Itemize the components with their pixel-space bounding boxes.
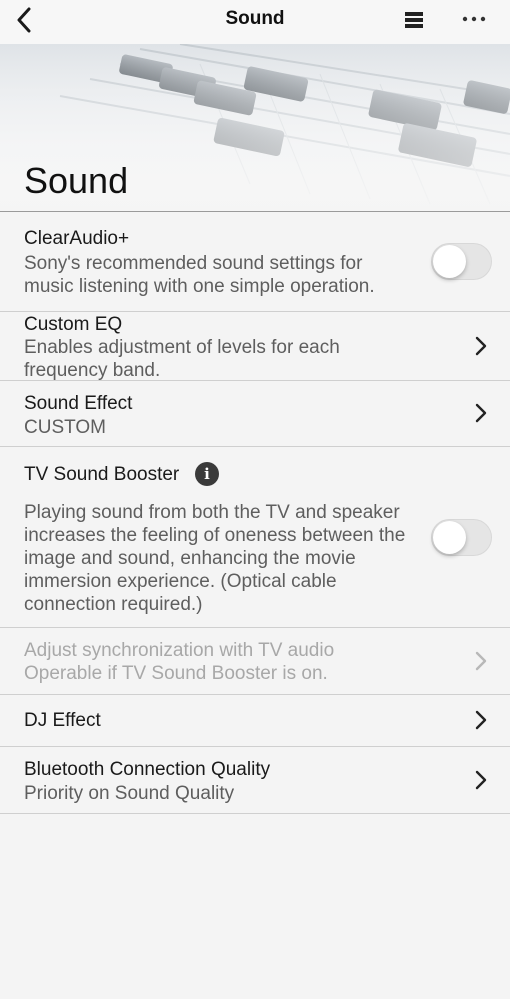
tv-booster-desc-line: immersion experience. (Optical cable — [24, 571, 337, 592]
clearaudio-row: ClearAudio+ Sony's recommended sound set… — [0, 212, 510, 312]
bluetooth-quality-value: Priority on Sound Quality — [24, 783, 235, 804]
toggle-knob — [433, 245, 466, 278]
toggle-knob — [433, 521, 466, 554]
tv-booster-desc-line: image and sound, enhancing the movie — [24, 548, 356, 569]
sync-adjust-row[interactable]: Adjust synchronization with TV audio Ope… — [0, 628, 510, 695]
sound-effect-row[interactable]: Sound Effect CUSTOM — [0, 381, 510, 447]
dj-effect-title: DJ Effect — [24, 710, 101, 731]
clearaudio-description: Sony's recommended sound settings for mu… — [24, 252, 375, 298]
clearaudio-title: ClearAudio+ — [24, 228, 130, 249]
tv-booster-desc-line: Playing sound from both the TV and speak… — [24, 502, 400, 523]
tv-sound-booster-description: Playing sound from both the TV and speak… — [24, 501, 405, 616]
tv-sound-booster-row: TV Sound Booster i Playing sound from bo… — [0, 447, 510, 628]
tv-booster-desc-line: increases the feeling of oneness between… — [24, 525, 406, 546]
custom-eq-desc-line: Enables adjustment of levels for each — [24, 337, 340, 358]
tv-booster-desc-line: connection required.) — [24, 594, 203, 615]
custom-eq-desc-line: frequency band. — [24, 360, 161, 381]
list-button[interactable] — [401, 9, 427, 31]
clearaudio-desc-line: music listening with one simple operatio… — [24, 276, 375, 297]
sync-desc-line: Operable if TV Sound Booster is on. — [24, 663, 328, 684]
dj-effect-row[interactable]: DJ Effect — [0, 695, 510, 747]
bluetooth-quality-title: Bluetooth Connection Quality — [24, 759, 271, 780]
clearaudio-desc-line: Sony's recommended sound settings for — [24, 253, 363, 274]
top-nav-bar: Sound — [0, 0, 510, 44]
sync-desc-line: Adjust synchronization with TV audio — [24, 640, 335, 661]
more-button[interactable] — [458, 8, 490, 30]
more-horizontal-icon — [462, 16, 486, 22]
custom-eq-description: Enables adjustment of levels for each fr… — [24, 336, 340, 382]
page-title: Sound — [225, 8, 285, 29]
header-banner: Sound — [0, 44, 510, 212]
custom-eq-row[interactable]: Custom EQ Enables adjustment of levels f… — [0, 312, 510, 381]
tv-sound-booster-title: TV Sound Booster — [24, 464, 180, 485]
clearaudio-toggle[interactable] — [431, 243, 492, 280]
sound-effect-title: Sound Effect — [24, 393, 133, 414]
sound-effect-value: CUSTOM — [24, 417, 106, 438]
info-icon[interactable]: i — [195, 462, 219, 486]
custom-eq-title: Custom EQ — [24, 314, 123, 335]
chevron-right-icon — [472, 403, 490, 423]
sync-adjust-description: Adjust synchronization with TV audio Ope… — [24, 639, 334, 685]
bluetooth-quality-row[interactable]: Bluetooth Connection Quality Priority on… — [0, 747, 510, 814]
chevron-right-icon — [472, 710, 490, 730]
tv-sound-booster-toggle[interactable] — [431, 519, 492, 556]
list-icon — [405, 12, 423, 28]
chevron-right-icon — [472, 651, 490, 671]
chevron-right-icon — [472, 770, 490, 790]
chevron-right-icon — [472, 336, 490, 356]
section-heading: Sound — [24, 160, 129, 201]
